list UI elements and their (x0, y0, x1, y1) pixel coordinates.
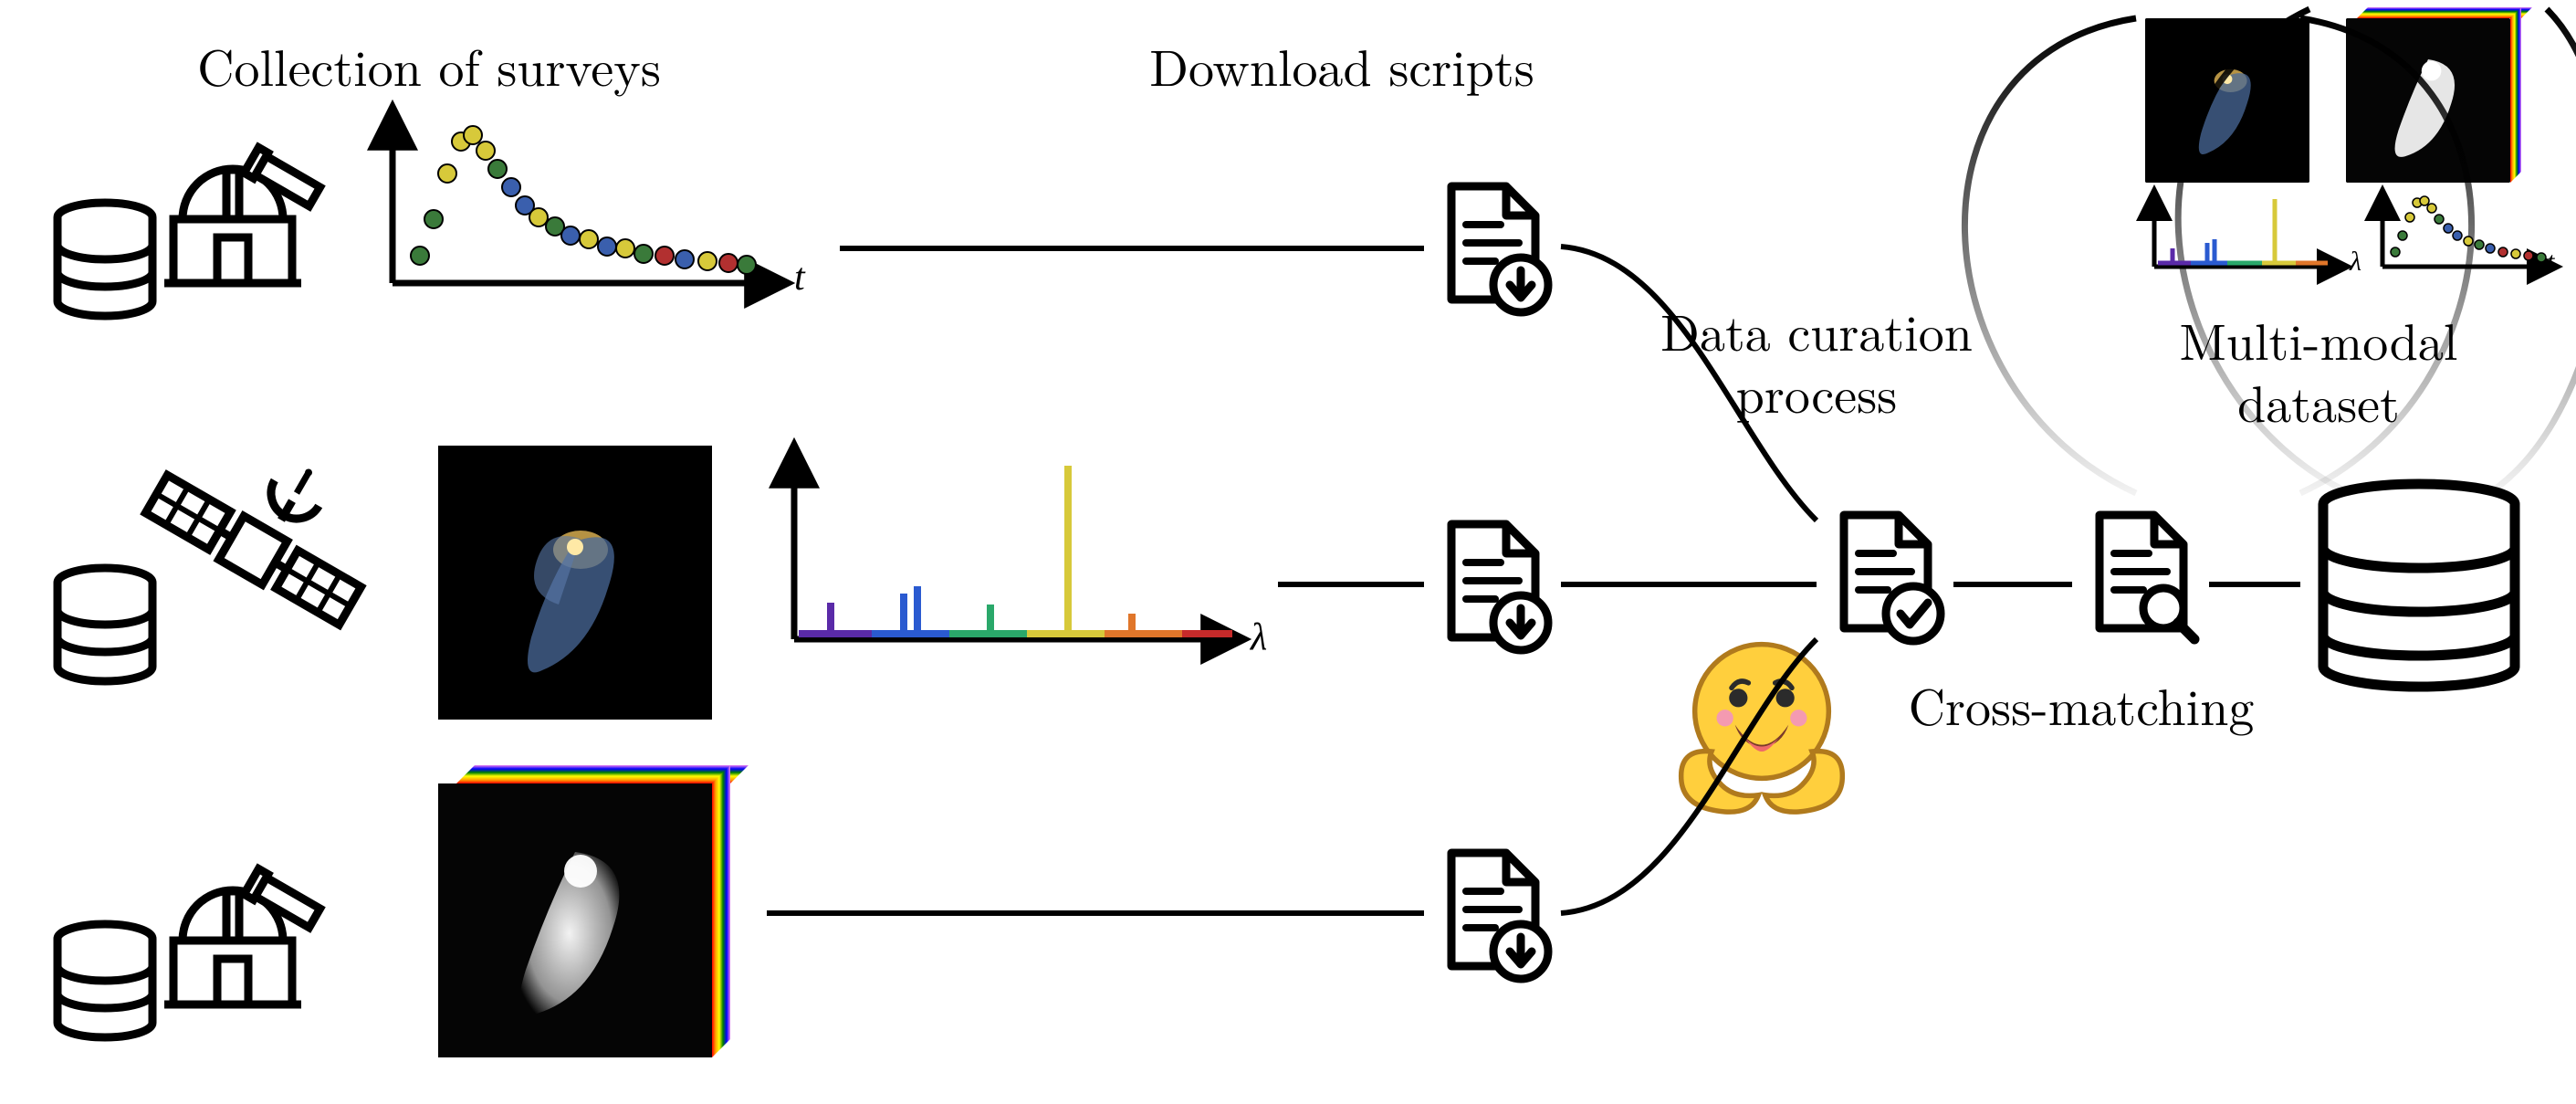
mini-spectrum (2154, 192, 2346, 267)
galaxy-image-cube (438, 783, 712, 1057)
thumb-galaxy-cube (2346, 18, 2510, 183)
label-mm-l2: dataset (2136, 373, 2501, 431)
database-icon (58, 568, 152, 681)
axis-time-1: t (794, 256, 805, 300)
file-search-icon (2100, 515, 2194, 639)
satellite-icon (145, 457, 361, 625)
galaxy-image-color (438, 446, 712, 720)
label-crossmatch: Cross-matching (1880, 676, 2282, 734)
database-large-icon (2323, 484, 2515, 687)
cube-top-rainbow (456, 765, 749, 783)
file-download-icon (1451, 853, 1548, 979)
database-icon (58, 924, 152, 1037)
label-curation-l2: process (1625, 363, 2008, 422)
axis-time-2: t (2547, 247, 2554, 278)
thumb-cube-top (2357, 7, 2532, 18)
pipeline-diagram: Collection of surveys Download scripts D… (0, 0, 2576, 1104)
observatory-icon (164, 148, 322, 283)
cube-side-rainbow (712, 765, 730, 1057)
label-curation-l1: Data curation (1625, 301, 2008, 360)
database-icon (58, 203, 152, 316)
label-mm-l1: Multi-modal (2136, 310, 2501, 369)
lightcurve-plot (393, 110, 785, 283)
mini-lightcurve (2382, 192, 2556, 267)
axis-lambda-2: λ (2350, 247, 2361, 278)
label-download: Download scripts (1114, 37, 1570, 95)
axis-lambda-1: λ (1251, 615, 1267, 659)
huggingface-icon (1661, 621, 1862, 822)
observatory-icon (164, 869, 322, 1004)
label-collection: Collection of surveys (137, 37, 721, 95)
spectrum-plot (794, 447, 1241, 639)
file-download-icon (1451, 186, 1548, 312)
thumb-galaxy-color (2145, 18, 2309, 183)
file-download-icon (1451, 524, 1548, 650)
thumb-cube-side (2510, 7, 2521, 183)
